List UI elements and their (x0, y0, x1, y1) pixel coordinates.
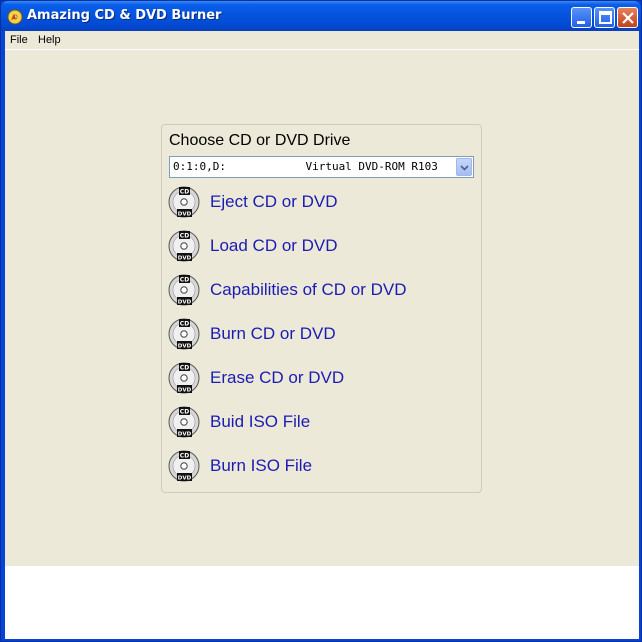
maximize-button[interactable] (594, 7, 615, 28)
icon-badge-top: CD (180, 321, 189, 328)
icon-badge-bottom: DVD (178, 388, 192, 394)
action-label: Erase CD or DVD (210, 368, 345, 387)
action-item[interactable]: CD DVD Load CD or DVD (168, 229, 468, 263)
cd-dvd-disc-icon: CD DVD (168, 318, 200, 350)
close-button[interactable] (617, 7, 638, 28)
action-item[interactable]: CD DVD Erase CD or DVD (168, 361, 468, 395)
cd-dvd-disc-icon: CD DVD (168, 362, 200, 394)
app-icon (7, 9, 23, 25)
icon-badge-top: CD (180, 233, 189, 240)
client-area: File Help Choose CD or DVD Drive 0:1:0,D… (5, 31, 639, 639)
icon-badge-top: CD (180, 189, 189, 196)
cd-dvd-disc-icon: CD DVD (168, 186, 200, 218)
minimize-button[interactable] (571, 7, 592, 28)
icon-badge-bottom: DVD (178, 476, 192, 482)
title-bar[interactable]: Amazing CD & DVD Burner (1, 1, 641, 31)
icon-badge-bottom: DVD (178, 300, 192, 306)
panel-title: Choose CD or DVD Drive (169, 132, 351, 149)
action-label: Burn CD or DVD (210, 324, 336, 343)
action-label: Load CD or DVD (210, 236, 338, 255)
action-item[interactable]: CD DVD Burn ISO File (168, 449, 468, 483)
app-window: Amazing CD & DVD Burner File Help Choose… (0, 0, 642, 642)
menu-help[interactable]: Help (38, 34, 61, 46)
status-pane (5, 566, 639, 639)
cd-dvd-disc-icon: CD DVD (168, 450, 200, 482)
icon-badge-top: CD (180, 409, 189, 416)
window-title: Amazing CD & DVD Burner (27, 8, 222, 23)
icon-badge-bottom: DVD (178, 344, 192, 350)
action-label: Capabilities of CD or DVD (210, 280, 407, 299)
cd-dvd-disc-icon: CD DVD (168, 274, 200, 306)
menu-file[interactable]: File (10, 34, 28, 46)
action-label: Burn ISO File (210, 456, 313, 475)
action-label: Buid ISO File (210, 412, 311, 431)
action-label: Eject CD or DVD (210, 192, 338, 211)
icon-badge-top: CD (180, 277, 189, 284)
chevron-down-icon (460, 165, 469, 171)
maximize-icon (599, 11, 612, 24)
icon-badge-top: CD (180, 453, 189, 460)
action-item[interactable]: CD DVD Buid ISO File (168, 405, 468, 439)
icon-badge-top: CD (180, 365, 189, 372)
icon-badge-bottom: DVD (178, 256, 192, 262)
menu-bar: File Help (5, 31, 639, 50)
close-icon (622, 12, 634, 24)
minimize-icon (577, 21, 585, 24)
cd-dvd-disc-icon: CD DVD (168, 406, 200, 438)
action-item[interactable]: CD DVD Eject CD or DVD (168, 185, 468, 219)
cd-dvd-disc-icon: CD DVD (168, 230, 200, 262)
drive-select-value: 0:1:0,D: Virtual DVD-ROM R103 (173, 160, 438, 173)
dropdown-button[interactable] (456, 158, 472, 176)
icon-badge-bottom: DVD (178, 212, 192, 218)
icon-badge-bottom: DVD (178, 432, 192, 438)
drive-select[interactable]: 0:1:0,D: Virtual DVD-ROM R103 (169, 156, 474, 178)
drive-panel: Choose CD or DVD Drive 0:1:0,D: Virtual … (161, 124, 482, 493)
action-item[interactable]: CD DVD Capabilities of CD or DVD (168, 273, 468, 307)
action-item[interactable]: CD DVD Burn CD or DVD (168, 317, 468, 351)
